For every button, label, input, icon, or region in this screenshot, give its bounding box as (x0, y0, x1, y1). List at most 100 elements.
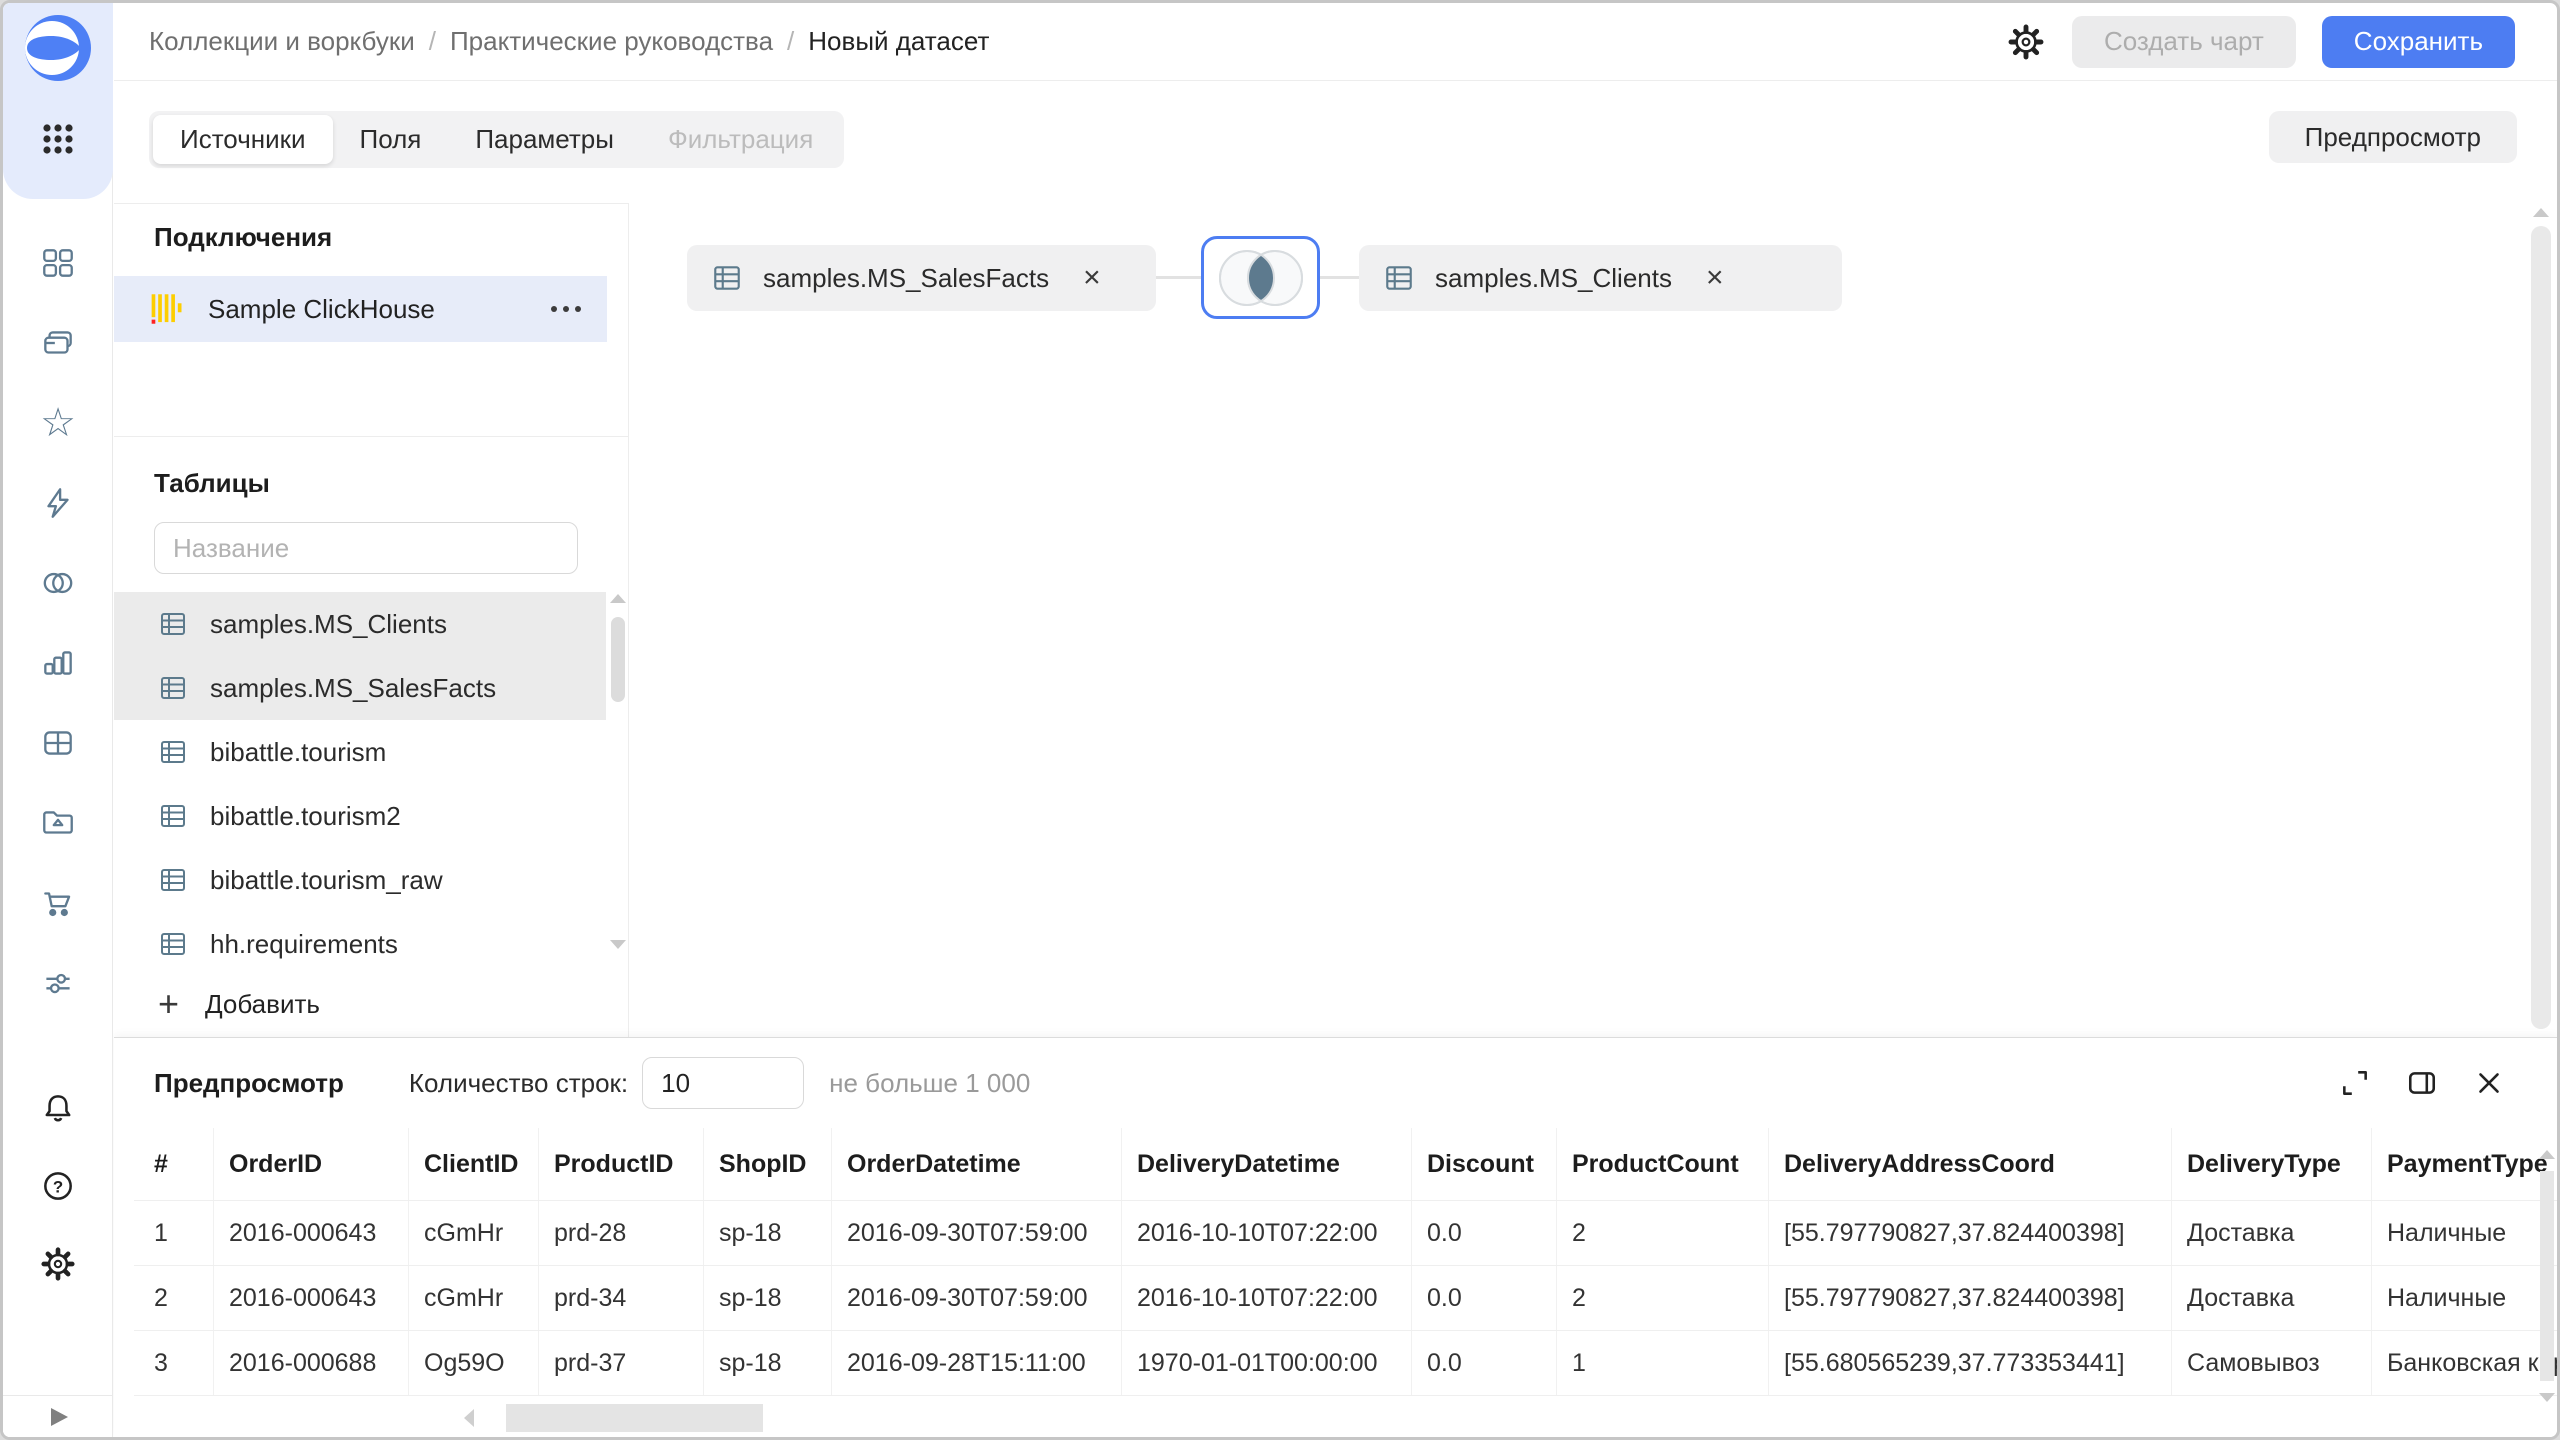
table-search-input[interactable] (154, 522, 578, 574)
table-name: hh.requirements (210, 928, 398, 959)
sidebar-expand-button[interactable] (3, 1395, 112, 1437)
tab-parameters[interactable]: Параметры (448, 115, 641, 164)
cell: prd-28 (539, 1201, 704, 1265)
breadcrumb-current-dataset: Новый датасет (808, 26, 990, 56)
breadcrumb-collections[interactable]: Коллекции и воркбуки (149, 26, 415, 57)
join-type-button[interactable] (1201, 236, 1320, 319)
tables-scrollbar-down[interactable] (610, 940, 626, 949)
cell: 2016-000688 (214, 1331, 409, 1395)
apps-grid-icon[interactable] (36, 117, 80, 161)
remove-table-icon[interactable]: × (1083, 263, 1101, 293)
cell: Og59O (409, 1331, 539, 1395)
scrollbar-thumb[interactable] (506, 1404, 763, 1432)
preview-close-button[interactable] (2473, 1067, 2505, 1099)
canvas-node-clients[interactable]: samples.MS_Clients × (1359, 245, 1842, 311)
settings-button[interactable] (36, 1242, 80, 1286)
cell: 1970-01-01T00:00:00 (1122, 1331, 1412, 1395)
notifications-button[interactable] (36, 1086, 80, 1130)
scroll-down-icon[interactable] (610, 940, 626, 949)
column-header: ClientID (409, 1128, 539, 1200)
scroll-up-icon[interactable] (2539, 1150, 2555, 1159)
column-header: Discount (1412, 1128, 1557, 1200)
create-chart-button[interactable]: Создать чарт (2071, 15, 2296, 68)
tab-fields[interactable]: Поля (333, 115, 449, 164)
join-canvas[interactable]: samples.MS_SalesFacts × samples.MS_Clien… (630, 203, 2557, 1037)
preview-split-view-button[interactable] (2406, 1067, 2438, 1099)
topbar-actions: Создать чарт Сохранить (2006, 15, 2515, 68)
sliders-icon (46, 973, 70, 994)
save-button[interactable]: Сохранить (2321, 15, 2515, 68)
canvas-node-salesfacts[interactable]: samples.MS_SalesFacts × (687, 245, 1156, 311)
preview-table-header: # OrderID ClientID ProductID ShopID Orde… (134, 1128, 2557, 1200)
table-icon (161, 933, 185, 955)
breadcrumb: Коллекции и воркбуки / Практические руко… (149, 26, 989, 57)
table-item[interactable]: samples.MS_SalesFacts (114, 656, 606, 720)
rows-count-input[interactable] (642, 1057, 805, 1109)
table-item[interactable]: bibattle.tourism2 (114, 784, 606, 848)
add-table-label: Добавить (205, 988, 320, 1019)
sidebar-item-dashboards-grid[interactable] (36, 721, 80, 765)
tab-filtering[interactable]: Фильтрация (641, 115, 840, 164)
add-table-button[interactable]: + Добавить (114, 976, 320, 1032)
connection-menu-button[interactable] (551, 306, 581, 312)
sidebar-item-favorites[interactable]: ☆ (36, 401, 80, 445)
help-button[interactable]: ? (36, 1164, 80, 1208)
sources-panel: Подключения Sample ClickHouse Таблицы На… (114, 203, 629, 1037)
column-header: DeliveryType (2172, 1128, 2372, 1200)
cell: Самовывоз (2172, 1331, 2372, 1395)
sidebar-item-marketplace[interactable] (36, 881, 80, 925)
cell: 0.0 (1412, 1266, 1557, 1330)
table-item[interactable]: bibattle.tourism (114, 720, 606, 784)
scrollbar-thumb[interactable] (2540, 1171, 2554, 1381)
collections-icon (44, 331, 72, 354)
sidebar-item-connections[interactable] (36, 481, 80, 525)
table-name: samples.MS_Clients (210, 608, 447, 639)
dataset-tabs: Источники Поля Параметры Фильтрация (149, 111, 845, 168)
table-name: bibattle.tourism_raw (210, 864, 443, 895)
datalens-logo-icon[interactable] (25, 15, 91, 81)
scroll-down-icon[interactable] (2539, 1393, 2555, 1402)
scroll-left-icon[interactable] (464, 1409, 474, 1427)
tab-sources[interactable]: Источники (153, 115, 333, 164)
breadcrumb-workbook[interactable]: Практические руководства (450, 26, 773, 57)
scrollbar-thumb[interactable] (2531, 226, 2551, 1029)
main-scrollbar[interactable] (2531, 208, 2551, 1029)
cell: 3 (134, 1331, 214, 1395)
sidebar-item-storage[interactable] (36, 801, 80, 845)
question-icon: ? (44, 1172, 72, 1200)
table-icon (161, 869, 185, 891)
table-item[interactable]: samples.MS_Clients (114, 592, 606, 656)
dataset-settings-button[interactable] (2006, 22, 2046, 62)
cell: 1 (1557, 1331, 1769, 1395)
cell: Наличные (2387, 1218, 2507, 1247)
sidebar-item-service-settings[interactable] (36, 961, 80, 1005)
node-label: samples.MS_Clients (1435, 262, 1672, 293)
table-grid-icon (44, 731, 72, 755)
tables-scrollbar[interactable] (610, 594, 626, 702)
cell: 2016-10-10T07:22:00 (1122, 1266, 1412, 1330)
bell-icon (45, 1095, 71, 1122)
sidebar-item-dashboards[interactable] (36, 241, 80, 285)
cell: prd-34 (539, 1266, 704, 1330)
table-row: 2 2016-000643 cGmHr prd-34 sp-18 2016-09… (134, 1265, 2557, 1330)
remove-table-icon[interactable]: × (1706, 263, 1724, 293)
table-item[interactable]: hh.requirements (114, 912, 606, 976)
preview-vertical-scrollbar[interactable] (2539, 1150, 2555, 1402)
connection-item-sample-clickhouse[interactable]: Sample ClickHouse (114, 276, 607, 342)
table-icon (161, 805, 185, 827)
cell: 2016-000643 (214, 1266, 409, 1330)
sidebar-item-collections[interactable] (36, 321, 80, 365)
scroll-up-icon[interactable] (610, 594, 626, 603)
column-header: PaymentType (2387, 1149, 2548, 1178)
preview-maximize-button[interactable] (2339, 1067, 2371, 1099)
table-item[interactable]: bibattle.tourism_raw (114, 848, 606, 912)
sidebar-item-charts[interactable] (36, 641, 80, 685)
cell: cGmHr (409, 1266, 539, 1330)
table-name: bibattle.tourism (210, 736, 387, 767)
scrollbar-thumb[interactable] (611, 617, 625, 702)
scroll-up-icon[interactable] (2533, 208, 2549, 217)
preview-toggle-button[interactable]: Предпросмотр (2268, 111, 2517, 163)
venn-circles-icon (43, 572, 73, 594)
preview-horizontal-scrollbar[interactable] (464, 1404, 763, 1432)
sidebar-item-datasets[interactable] (36, 561, 80, 605)
